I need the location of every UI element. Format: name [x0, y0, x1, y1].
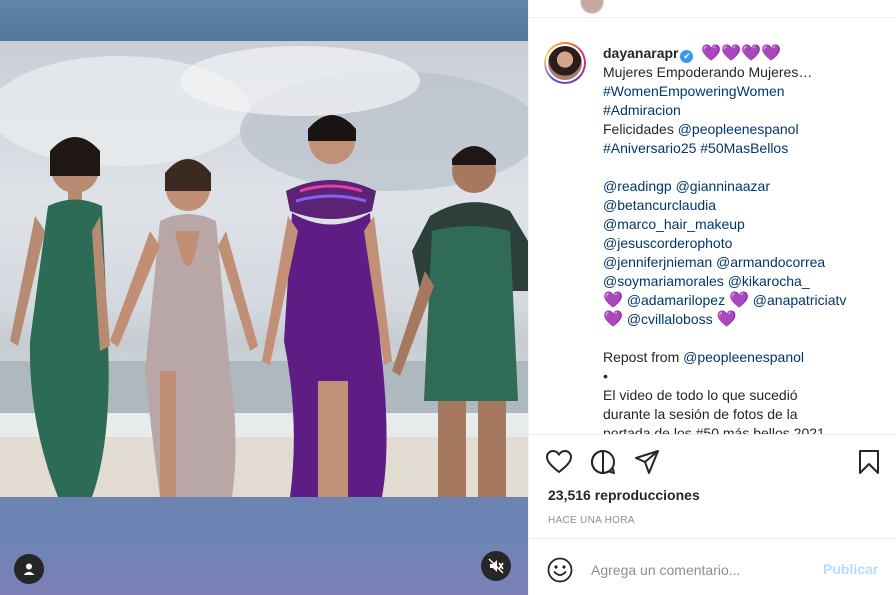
- mention-link[interactable]: @marco_hair_makeup: [603, 215, 887, 234]
- purple-heart-icon: 💜: [741, 45, 762, 62]
- caption-line: 💜 @cvillaloboss 💜: [603, 310, 887, 329]
- caption-line: Felicidades @peopleenespanol: [603, 120, 887, 139]
- mute-icon: [488, 558, 504, 574]
- like-button[interactable]: [545, 448, 573, 476]
- caption-line: Repost from @peopleenespanol: [603, 348, 887, 367]
- mention-link[interactable]: @peopleenespanol: [678, 121, 799, 137]
- save-button[interactable]: [855, 448, 883, 476]
- share-icon: [635, 450, 659, 474]
- video-still: [0, 46, 528, 497]
- mute-button[interactable]: [481, 551, 511, 581]
- post-timestamp[interactable]: HACE UNA HORA: [548, 515, 635, 526]
- heart-icon: [546, 450, 572, 474]
- verified-badge-icon: ✔: [680, 50, 694, 63]
- caption-text: Repost from: [603, 349, 684, 365]
- post-media[interactable]: [0, 0, 528, 595]
- video-player[interactable]: [0, 41, 528, 497]
- mention-link[interactable]: @cvillaloboss: [627, 311, 713, 327]
- panel-header-edge: [529, 0, 896, 18]
- user-tag-icon: [23, 563, 35, 575]
- avatar[interactable]: [544, 42, 586, 84]
- post-panel: dayanarapr ✔ 💜💜💜💜 Mujeres Empoderando Muj…: [528, 0, 896, 595]
- purple-heart-icon: 💜: [761, 45, 782, 62]
- hashtag-link[interactable]: #WomenEmpoweringWomen: [603, 82, 887, 101]
- comment-icon: [591, 449, 615, 474]
- purple-heart-icon: 💜: [603, 311, 623, 328]
- caption-bullet: •: [603, 368, 608, 384]
- purple-heart-icon: 💜: [603, 292, 623, 309]
- caption-line: El video de todo lo que sucedió: [603, 387, 798, 403]
- purple-heart-icon: 💜: [728, 292, 749, 309]
- purple-heart-icon: 💜: [721, 45, 742, 62]
- view-count[interactable]: 23,516 reproducciones: [548, 487, 700, 503]
- mention-link[interactable]: @betancurclaudia: [603, 196, 887, 215]
- action-bar: [545, 448, 885, 476]
- caption-line: 💜 @adamarilopez 💜 @anapatriciatv: [603, 291, 887, 310]
- mention-link[interactable]: @jenniferjnieman @armandocorrea: [603, 253, 887, 272]
- bookmark-icon: [859, 450, 879, 474]
- caption-text: Felicidades: [603, 121, 678, 137]
- comment-button[interactable]: [589, 448, 617, 476]
- mention-link[interactable]: @peopleenespanol: [683, 349, 804, 365]
- mention-link[interactable]: @adamarilopez: [627, 292, 725, 308]
- mention-link[interactable]: @readingp @gianninaazar: [603, 177, 887, 196]
- smile-icon: [547, 557, 573, 583]
- publish-button[interactable]: Publicar: [823, 561, 878, 577]
- header-avatar[interactable]: [580, 0, 604, 14]
- caption-line: portada de los #50 más bellos 2021: [603, 425, 825, 434]
- comment-input[interactable]: [591, 553, 811, 587]
- hashtag-link[interactable]: #Aniversario25 #50MasBellos: [603, 139, 887, 158]
- caption-line: Mujeres Empoderando Mujeres…: [603, 64, 813, 80]
- post-actions: 23,516 reproducciones HACE UNA HORA: [529, 434, 896, 538]
- user-tag-button[interactable]: [14, 554, 44, 584]
- caption-header: dayanarapr ✔ 💜💜💜💜: [603, 44, 887, 63]
- username-link[interactable]: dayanarapr: [603, 45, 678, 61]
- hashtag-link[interactable]: #Admiracion: [603, 101, 887, 120]
- mention-link[interactable]: @soymariamorales @kikarocha_: [603, 272, 887, 291]
- purple-heart-icon: 💜: [701, 45, 722, 62]
- mention-link[interactable]: @anapatriciatv: [753, 292, 847, 308]
- share-button[interactable]: [633, 448, 661, 476]
- avatar-image: [548, 46, 582, 80]
- caption-line: durante la sesión de fotos de la: [603, 406, 798, 422]
- purple-heart-icon: 💜: [716, 311, 737, 328]
- mention-link[interactable]: @jesuscorderophoto: [603, 234, 887, 253]
- caption: dayanarapr ✔ 💜💜💜💜 Mujeres Empoderando Muj…: [603, 44, 887, 434]
- comment-form: Publicar: [529, 538, 896, 595]
- emoji-button[interactable]: [547, 557, 573, 583]
- caption-area: dayanarapr ✔ 💜💜💜💜 Mujeres Empoderando Muj…: [529, 30, 896, 434]
